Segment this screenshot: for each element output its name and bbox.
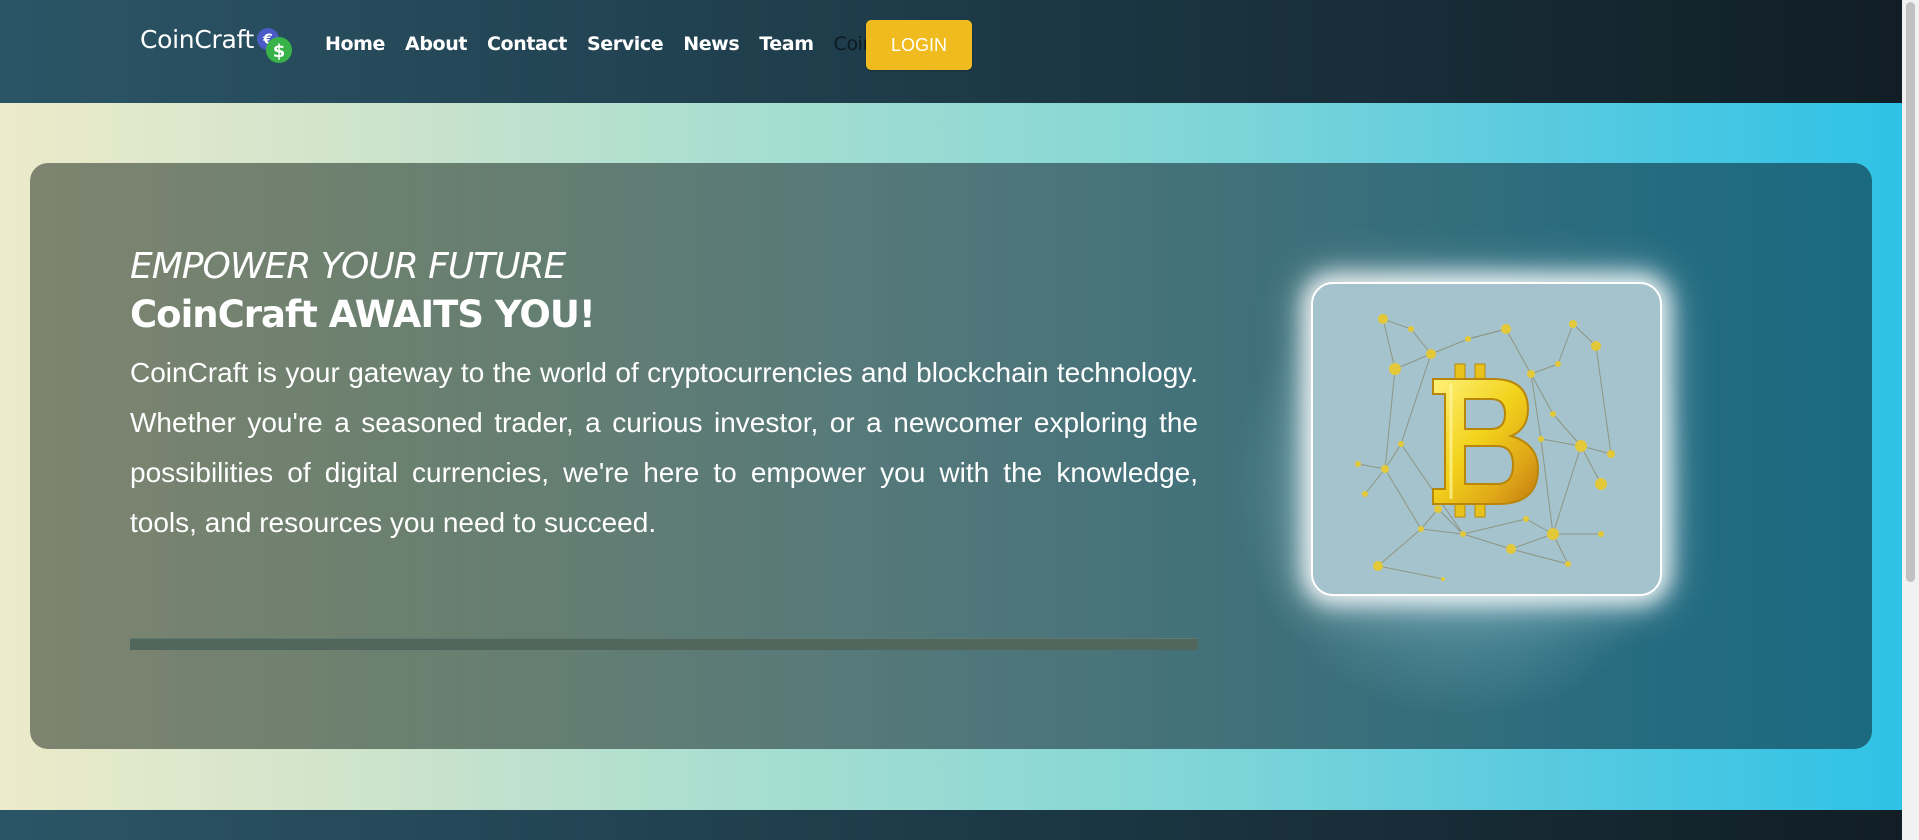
bitcoin-network-icon xyxy=(1355,314,1615,581)
page-scrollbar[interactable] xyxy=(1902,0,1919,840)
nav-team[interactable]: Team xyxy=(759,33,814,55)
nav-contact[interactable]: Contact xyxy=(487,33,567,55)
coin-logo-icon[interactable]: € $ xyxy=(255,26,295,66)
next-section-strip xyxy=(0,810,1902,840)
hero-divider xyxy=(130,638,1198,650)
page: CoinCraft € $ Home About Contact Service… xyxy=(0,0,1919,840)
hero-image xyxy=(1311,282,1662,596)
hero-title: CoinCraft AWAITS YOU! xyxy=(130,293,596,336)
hero-subtitle: EMPOWER YOUR FUTURE xyxy=(130,246,566,287)
svg-text:$: $ xyxy=(273,41,286,62)
nav-news[interactable]: News xyxy=(683,33,739,55)
hero-description: CoinCraft is your gateway to the world o… xyxy=(130,357,1198,538)
login-button[interactable]: LOGIN xyxy=(866,20,972,70)
scrollbar-thumb[interactable] xyxy=(1906,2,1915,582)
nav-home[interactable]: Home xyxy=(325,33,385,55)
nav-service[interactable]: Service xyxy=(587,33,664,55)
nav-links: Home About Contact Service News Team Coi… xyxy=(325,33,899,55)
nav-about[interactable]: About xyxy=(405,33,467,55)
brand-name[interactable]: CoinCraft xyxy=(140,25,254,54)
navbar: CoinCraft € $ Home About Contact Service… xyxy=(0,0,1902,103)
